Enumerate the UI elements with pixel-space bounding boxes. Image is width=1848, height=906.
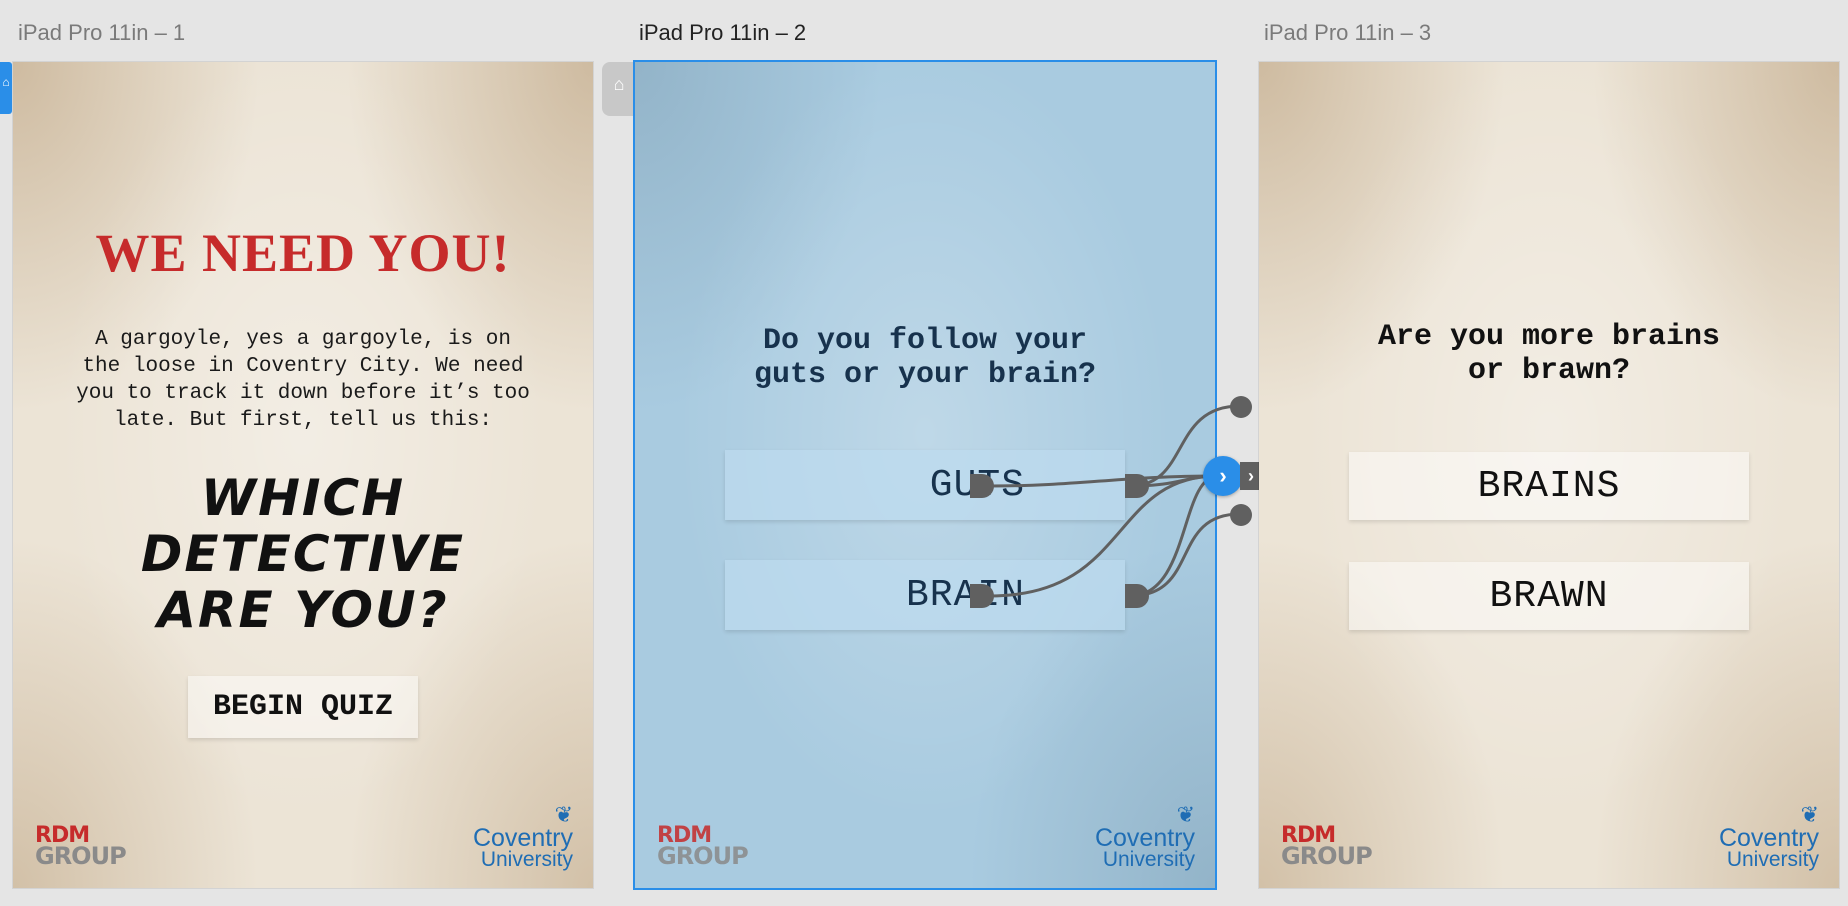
headline: WE NEED YOU! (95, 223, 511, 283)
connector-handle[interactable] (1230, 504, 1252, 526)
rdm-group-logo: RDM GROUP (657, 823, 749, 870)
brains-button[interactable]: BRAINS (1349, 452, 1749, 520)
question-line-1: Do you follow your (762, 324, 1088, 358)
artboard-title-1[interactable]: iPad Pro 11in – 1 (18, 20, 185, 46)
coventry-bird-icon: ❦ (554, 802, 573, 827)
rdm-group-logo: RDM GROUP (1281, 823, 1373, 870)
coventry-bird-icon: ❦ (1800, 802, 1819, 827)
brain-button[interactable]: BRAIN (725, 560, 1125, 630)
quiz-title-line-3: ARE YOU? (157, 581, 449, 639)
coventry-university-logo: ❦ Coventry University (472, 802, 573, 871)
quiz-title-line-2: DETECTIVE (140, 525, 466, 583)
artboard-3[interactable]: Are you more brains or brawn? BRAINS BRA… (1259, 62, 1839, 888)
next-artboard-button[interactable]: › (1203, 456, 1243, 496)
guts-button[interactable]: GUTS (725, 450, 1125, 520)
brawn-button[interactable]: BRAWN (1349, 562, 1749, 630)
quiz-title: WHICH DETECTIVE ARE YOU? (13, 470, 593, 638)
connector-handle[interactable] (1230, 396, 1252, 418)
artboard-title-3[interactable]: iPad Pro 11in – 3 (1264, 20, 1431, 46)
coventry-bird-icon: ❦ (1176, 802, 1195, 827)
question-text: Are you more brains or brawn? (1259, 320, 1839, 388)
coventry-university-logo: ❦ Coventry University (1718, 802, 1819, 871)
question-line-2: or brawn? (1467, 354, 1631, 388)
intro-text: A gargoyle, yes a gargoyle, is on the lo… (76, 328, 530, 432)
coventry-university-logo: ❦ Coventry University (1094, 802, 1195, 871)
question-text: Do you follow your guts or your brain? (635, 324, 1215, 392)
home-marker-icon[interactable]: ⌂ (0, 62, 12, 114)
question-line-1: Are you more brains (1377, 320, 1721, 354)
home-icon[interactable]: ⌂ (602, 62, 636, 116)
question-line-2: guts or your brain? (753, 358, 1097, 392)
artboard-title-2[interactable]: iPad Pro 11in – 2 (639, 20, 806, 46)
quiz-title-line-1: WHICH (200, 469, 406, 527)
artboard-1[interactable]: WE NEED YOU! A gargoyle, yes a gargoyle,… (13, 62, 593, 888)
artboard-2[interactable]: Do you follow your guts or your brain? G… (633, 60, 1217, 890)
rdm-group-logo: RDM GROUP (35, 823, 127, 870)
begin-quiz-button[interactable]: BEGIN QUIZ (188, 676, 418, 738)
